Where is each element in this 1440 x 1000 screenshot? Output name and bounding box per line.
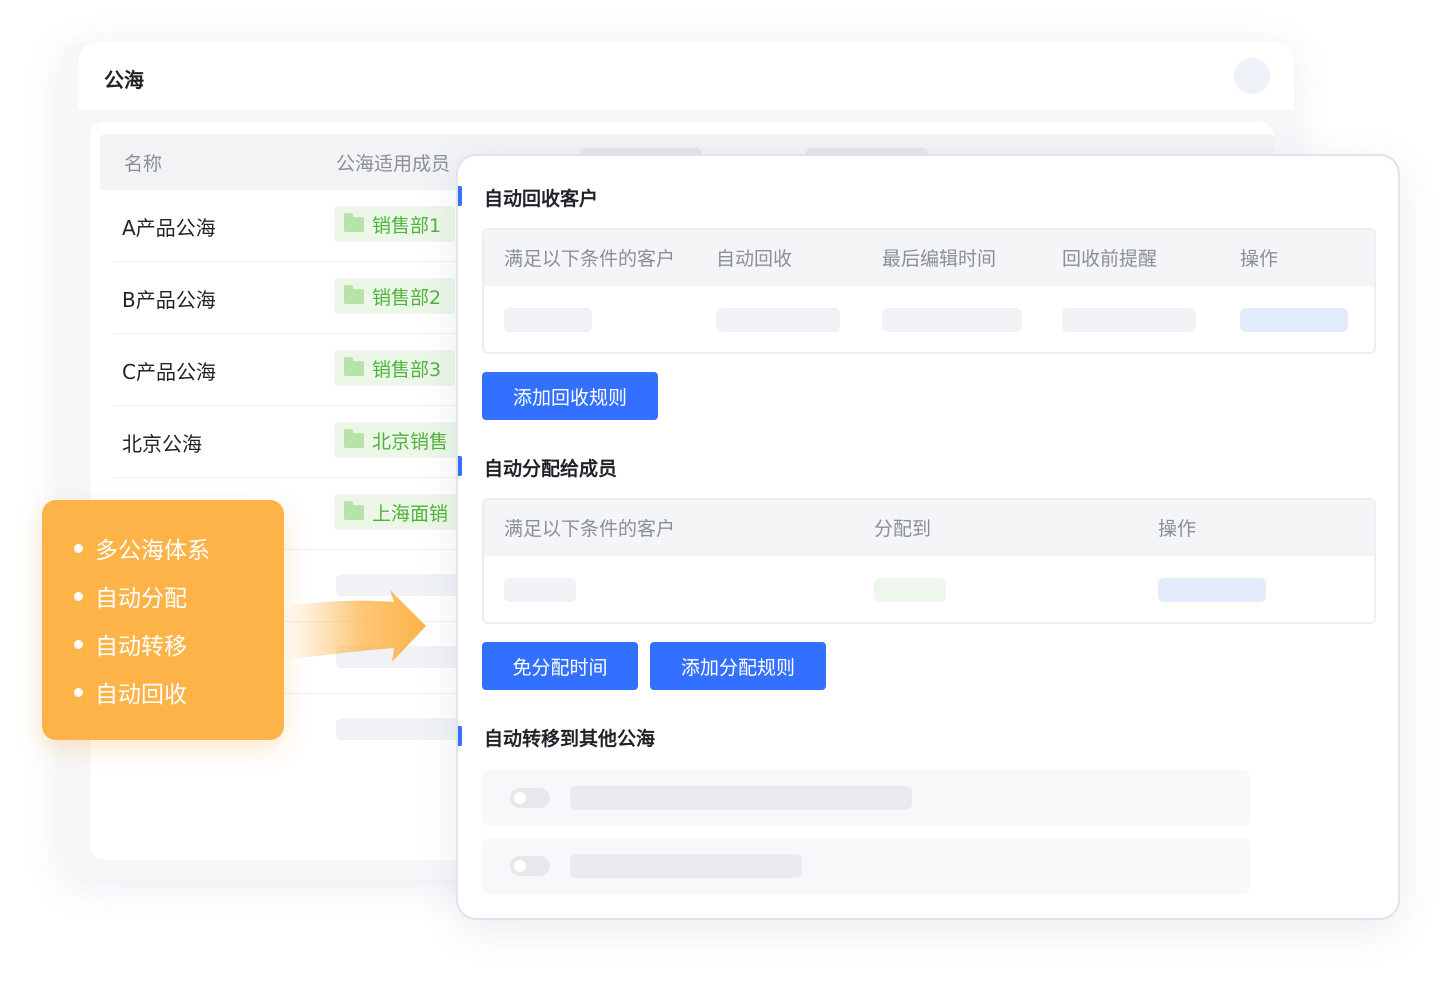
add-assign-rule-button[interactable]: 添加分配规则 xyxy=(650,642,826,690)
feature-card: 多公海体系 自动分配 自动转移 自动回收 xyxy=(42,500,284,740)
dept-name: 销售部1 xyxy=(372,214,442,237)
section-marker xyxy=(458,456,462,476)
feature-label: 自动回收 xyxy=(95,682,187,708)
folder-icon xyxy=(344,212,364,232)
placeholder-bar xyxy=(570,786,912,810)
folder-icon xyxy=(344,500,364,520)
free-assign-time-button[interactable]: 免分配时间 xyxy=(482,642,638,690)
column-header: 最后编辑时间 xyxy=(882,248,997,270)
feature-label: 多公海体系 xyxy=(95,538,210,564)
assign-rules-table: 满足以下条件的客户 分配到 操作 xyxy=(482,498,1376,624)
feature-item: 多公海体系 xyxy=(74,524,284,572)
placeholder-cell xyxy=(504,308,592,332)
pool-name: 北京公海 xyxy=(122,432,202,456)
avatar[interactable] xyxy=(1234,58,1270,94)
add-recycle-rule-button[interactable]: 添加回收规则 xyxy=(482,372,658,420)
rules-dialog: 自动回收客户 满足以下条件的客户 自动回收 最后编辑时间 回收前提醒 操作 添加… xyxy=(456,154,1400,920)
column-header: 满足以下条件的客户 xyxy=(504,518,676,540)
dept-name: 北京销售 xyxy=(372,430,449,453)
toggle-knob xyxy=(514,860,526,872)
dept-tag: 销售部2 xyxy=(334,278,456,314)
feature-item: 自动分配 xyxy=(74,572,284,620)
placeholder-cell xyxy=(504,578,576,602)
column-header: 分配到 xyxy=(874,518,932,540)
section-title-recycle: 自动回收客户 xyxy=(484,188,599,210)
transfer-rule-row xyxy=(482,770,1250,826)
transfer-rule-row xyxy=(482,838,1250,894)
arrow-right-icon xyxy=(286,590,426,662)
table-header: 满足以下条件的客户 自动回收 最后编辑时间 回收前提醒 操作 xyxy=(484,230,1374,286)
dept-tag: 上海面销 xyxy=(334,494,463,530)
column-header: 操作 xyxy=(1158,518,1197,540)
page-title: 公海 xyxy=(104,68,144,92)
folder-icon xyxy=(344,284,364,304)
section-marker xyxy=(458,726,462,746)
rule-toggle[interactable] xyxy=(510,788,550,808)
feature-label: 自动分配 xyxy=(95,586,187,612)
dept-tag: 销售部3 xyxy=(334,350,456,386)
dept-name: 销售部3 xyxy=(372,358,442,381)
column-header: 自动回收 xyxy=(716,248,793,270)
pool-name: C产品公海 xyxy=(122,360,216,384)
section-title-transfer: 自动转移到其他公海 xyxy=(484,728,656,750)
dept-tag: 北京销售 xyxy=(334,422,463,458)
section-marker xyxy=(458,186,462,206)
bullet-icon xyxy=(74,639,83,649)
placeholder-action[interactable] xyxy=(1240,308,1348,332)
dept-tag: 销售部1 xyxy=(334,206,456,242)
pool-name: A产品公海 xyxy=(122,216,216,240)
placeholder-cell xyxy=(882,308,1022,332)
column-header: 操作 xyxy=(1240,248,1279,270)
column-header: 满足以下条件的客户 xyxy=(504,248,676,270)
column-header-name: 名称 xyxy=(124,153,163,175)
dept-name: 上海面销 xyxy=(372,502,449,525)
placeholder-bar xyxy=(570,854,802,878)
placeholder-cell xyxy=(874,578,946,602)
bullet-icon xyxy=(74,591,83,601)
bullet-icon xyxy=(74,543,83,553)
folder-icon xyxy=(344,356,364,376)
rule-toggle[interactable] xyxy=(510,856,550,876)
folder-icon xyxy=(344,428,364,448)
feature-item: 自动转移 xyxy=(74,620,284,668)
section-title-assign: 自动分配给成员 xyxy=(484,458,618,480)
column-header-members: 公海适用成员 xyxy=(336,153,451,175)
placeholder-action[interactable] xyxy=(1158,578,1266,602)
toggle-knob xyxy=(514,792,526,804)
dept-name: 销售部2 xyxy=(372,286,442,309)
window-header: 公海 xyxy=(78,42,1294,110)
placeholder-cell xyxy=(1062,308,1196,332)
table-header: 满足以下条件的客户 分配到 操作 xyxy=(484,500,1374,556)
recycle-rules-table: 满足以下条件的客户 自动回收 最后编辑时间 回收前提醒 操作 xyxy=(482,228,1376,354)
bullet-icon xyxy=(74,687,83,697)
column-header: 回收前提醒 xyxy=(1062,248,1158,270)
feature-item: 自动回收 xyxy=(74,668,284,716)
placeholder-cell xyxy=(716,308,840,332)
pool-name: B产品公海 xyxy=(122,288,216,312)
feature-label: 自动转移 xyxy=(95,634,187,660)
